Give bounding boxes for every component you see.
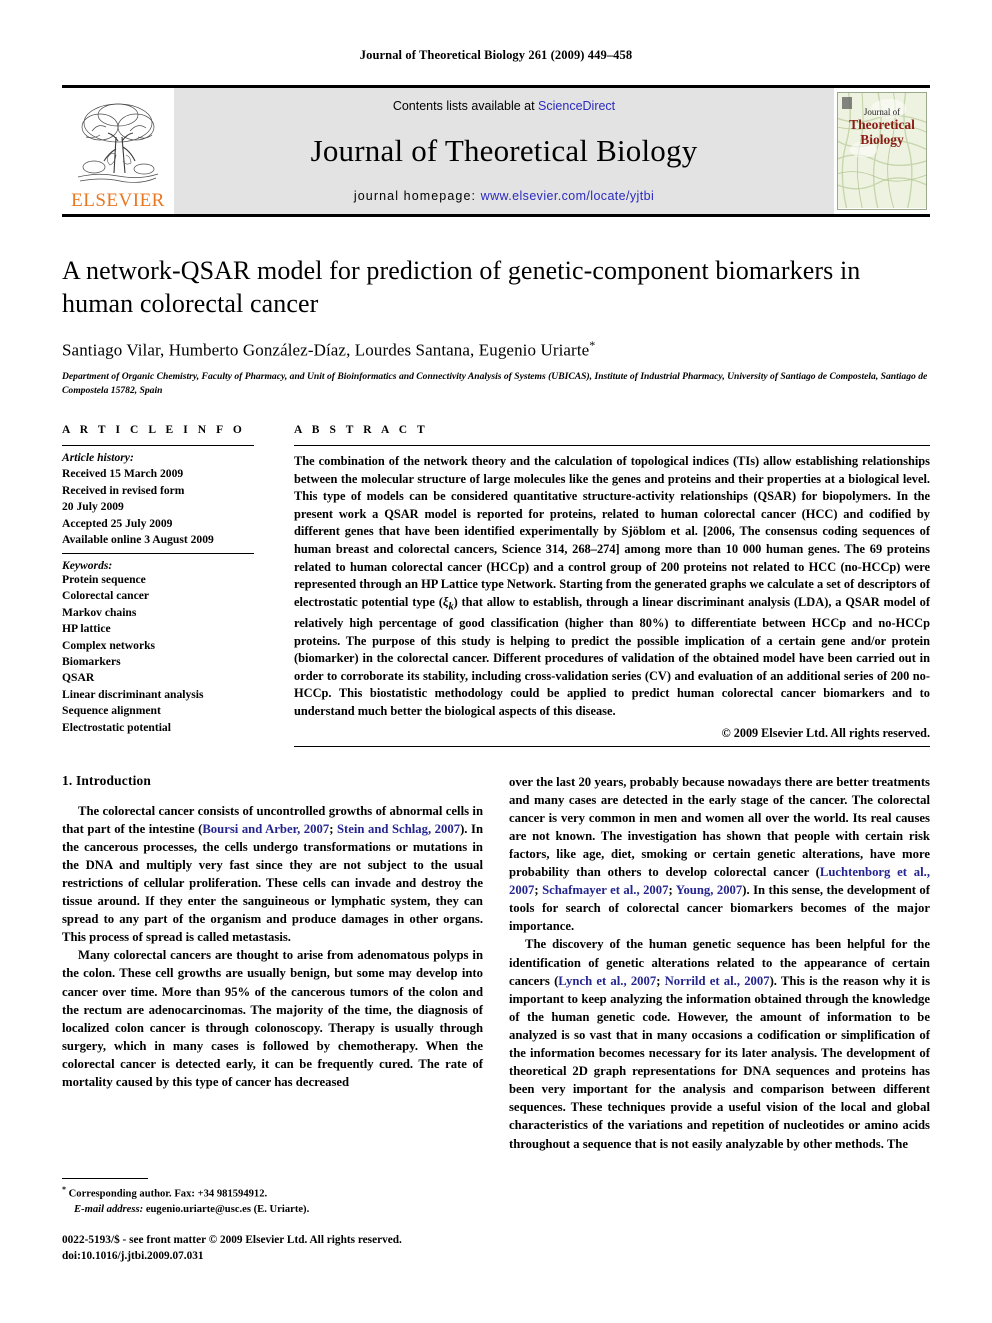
journal-cover-thumbnail: Journal of Theoretical Biology bbox=[837, 92, 927, 210]
body-paragraph: The colorectal cancer consists of uncont… bbox=[62, 803, 483, 945]
affiliation: Department of Organic Chemistry, Faculty… bbox=[62, 371, 928, 397]
journal-homepage-line: journal homepage: www.elsevier.com/locat… bbox=[354, 189, 654, 203]
title-block: A network-QSAR model for prediction of g… bbox=[62, 255, 930, 398]
email-label: E-mail address: bbox=[74, 1203, 144, 1215]
info-abstract-row: A R T I C L E I N F O Article history: R… bbox=[62, 424, 930, 747]
keywords-label: Keywords: bbox=[62, 558, 113, 572]
journal-homepage-link[interactable]: www.elsevier.com/locate/yjtbi bbox=[481, 189, 654, 203]
keyword-item: Biomarkers bbox=[62, 654, 121, 668]
body-column-left: 1. Introduction The colorectal cancer co… bbox=[62, 773, 483, 1153]
footnote-rule bbox=[62, 1178, 148, 1179]
keywords-block: Keywords: Protein sequence Colorectal can… bbox=[62, 554, 254, 737]
article-title: A network-QSAR model for prediction of g… bbox=[62, 256, 861, 318]
email-note: E-mail address: eugenio.uriarte@usc.es (… bbox=[62, 1202, 499, 1217]
running-head: Journal of Theoretical Biology 261 (2009… bbox=[359, 48, 633, 62]
email-address[interactable]: eugenio.uriarte@usc.es (E. Uriarte). bbox=[146, 1204, 309, 1215]
journal-banner: Contents lists available at ScienceDirec… bbox=[174, 88, 834, 214]
right-paragraphs: over the last 20 years, probably because… bbox=[509, 773, 930, 1153]
history-item: Received in revised form bbox=[62, 483, 185, 497]
cover-line-3: Biology bbox=[860, 132, 904, 148]
journal-cover-cell: Journal of Theoretical Biology bbox=[834, 88, 930, 214]
article-info-column: A R T I C L E I N F O Article history: R… bbox=[62, 424, 294, 747]
article-page: Journal of Theoretical Biology 261 (2009… bbox=[0, 0, 992, 1323]
keyword-list: Protein sequence Colorectal cancer Markov … bbox=[62, 572, 254, 737]
corresponding-author-note: * Corresponding author. Fax: +34 9815949… bbox=[62, 1184, 499, 1202]
doi-line[interactable]: doi:10.1016/j.jtbi.2009.07.031 bbox=[62, 1248, 402, 1264]
contents-prefix: Contents lists available at bbox=[392, 99, 539, 113]
body-paragraph: Many colorectal cancers are thought to a… bbox=[62, 948, 483, 1090]
body-paragraph: over the last 20 years, probably because… bbox=[509, 774, 931, 934]
abstract-copyright: © 2009 Elsevier Ltd. All rights reserved… bbox=[721, 725, 930, 740]
homepage-prefix: journal homepage: bbox=[353, 189, 481, 203]
abstract-column: A B S T R A C T The combination of the n… bbox=[294, 424, 930, 747]
abstract-text: The combination of the network theory an… bbox=[294, 453, 930, 719]
corresponding-author-marker: * bbox=[589, 337, 596, 352]
history-item: Received 15 March 2009 bbox=[62, 467, 184, 481]
keyword-item: Markov chains bbox=[62, 605, 137, 619]
history-item: 20 July 2009 bbox=[62, 500, 124, 514]
contents-lists-line: Contents lists available at ScienceDirec… bbox=[393, 99, 615, 113]
elsevier-wordmark: ELSEVIER bbox=[71, 190, 165, 211]
keyword-item: QSAR bbox=[62, 671, 95, 685]
abstract-rule-bottom bbox=[294, 745, 930, 747]
citation-link[interactable]: Schafmayer et al., 2007 bbox=[542, 883, 668, 897]
journal-masthead: ELSEVIER Contents lists available at Sci… bbox=[62, 85, 930, 217]
keyword-item: Electrostatic potential bbox=[62, 720, 171, 734]
xi-subscript: k bbox=[448, 601, 454, 613]
author-list: Santiago Vilar, Humberto González-Díaz, … bbox=[62, 338, 930, 361]
article-info-heading: A R T I C L E I N F O bbox=[62, 423, 246, 436]
issn-line: 0022-5193/$ - see front matter © 2009 El… bbox=[62, 1234, 402, 1246]
footnote-star-icon: * bbox=[62, 1185, 66, 1194]
body-column-right: over the last 20 years, probably because… bbox=[509, 773, 930, 1153]
cover-line-1: Journal of bbox=[863, 107, 901, 117]
citation-link[interactable]: Young, 2007 bbox=[676, 883, 743, 897]
elsevier-tree-icon bbox=[72, 97, 164, 191]
keyword-item: Sequence alignment bbox=[62, 704, 161, 718]
citation-link[interactable]: Boursi and Arber, 2007 bbox=[202, 822, 329, 836]
elsevier-logo: ELSEVIER bbox=[62, 88, 174, 214]
corresponding-author-text: Corresponding author. Fax: +34 981594912… bbox=[68, 1188, 268, 1200]
authors-names: Santiago Vilar, Humberto González-Díaz, … bbox=[62, 340, 590, 360]
body-paragraph: The discovery of the human genetic seque… bbox=[509, 937, 931, 1151]
keyword-item: Protein sequence bbox=[62, 572, 146, 586]
keyword-item: Complex networks bbox=[62, 638, 156, 652]
citation-link[interactable]: Stein and Schlag, 2007 bbox=[337, 822, 460, 836]
body-columns: 1. Introduction The colorectal cancer co… bbox=[62, 773, 930, 1153]
footnote-area: * Corresponding author. Fax: +34 9815949… bbox=[62, 1178, 499, 1217]
cover-line-2: Theoretical bbox=[849, 117, 915, 133]
journal-title: Journal of Theoretical Biology bbox=[310, 133, 698, 168]
section-heading-introduction: 1. Introduction bbox=[62, 772, 152, 788]
citation-link[interactable]: Norrild et al., 2007 bbox=[665, 974, 770, 988]
keyword-item: Colorectal cancer bbox=[62, 589, 150, 603]
keyword-item: Linear discriminant analysis bbox=[62, 687, 204, 701]
cover-title: Journal of Theoretical Biology bbox=[838, 107, 926, 147]
history-items: Received 15 March 2009 Received in revise… bbox=[62, 466, 254, 548]
imprint-block: 0022-5193/$ - see front matter © 2009 El… bbox=[62, 1232, 402, 1265]
keyword-item: HP lattice bbox=[62, 622, 111, 636]
article-history-label: Article history: bbox=[62, 450, 134, 464]
article-history: Article history: Received 15 March 2009 R… bbox=[62, 446, 254, 553]
abstract-heading: A B S T R A C T bbox=[294, 423, 429, 436]
left-paragraphs: The colorectal cancer consists of uncont… bbox=[62, 802, 483, 1092]
sciencedirect-link[interactable]: ScienceDirect bbox=[538, 99, 615, 113]
citation-link[interactable]: Lynch et al., 2007 bbox=[558, 974, 656, 988]
history-item: Available online 3 August 2009 bbox=[62, 533, 214, 547]
history-item: Accepted 25 July 2009 bbox=[62, 516, 173, 530]
